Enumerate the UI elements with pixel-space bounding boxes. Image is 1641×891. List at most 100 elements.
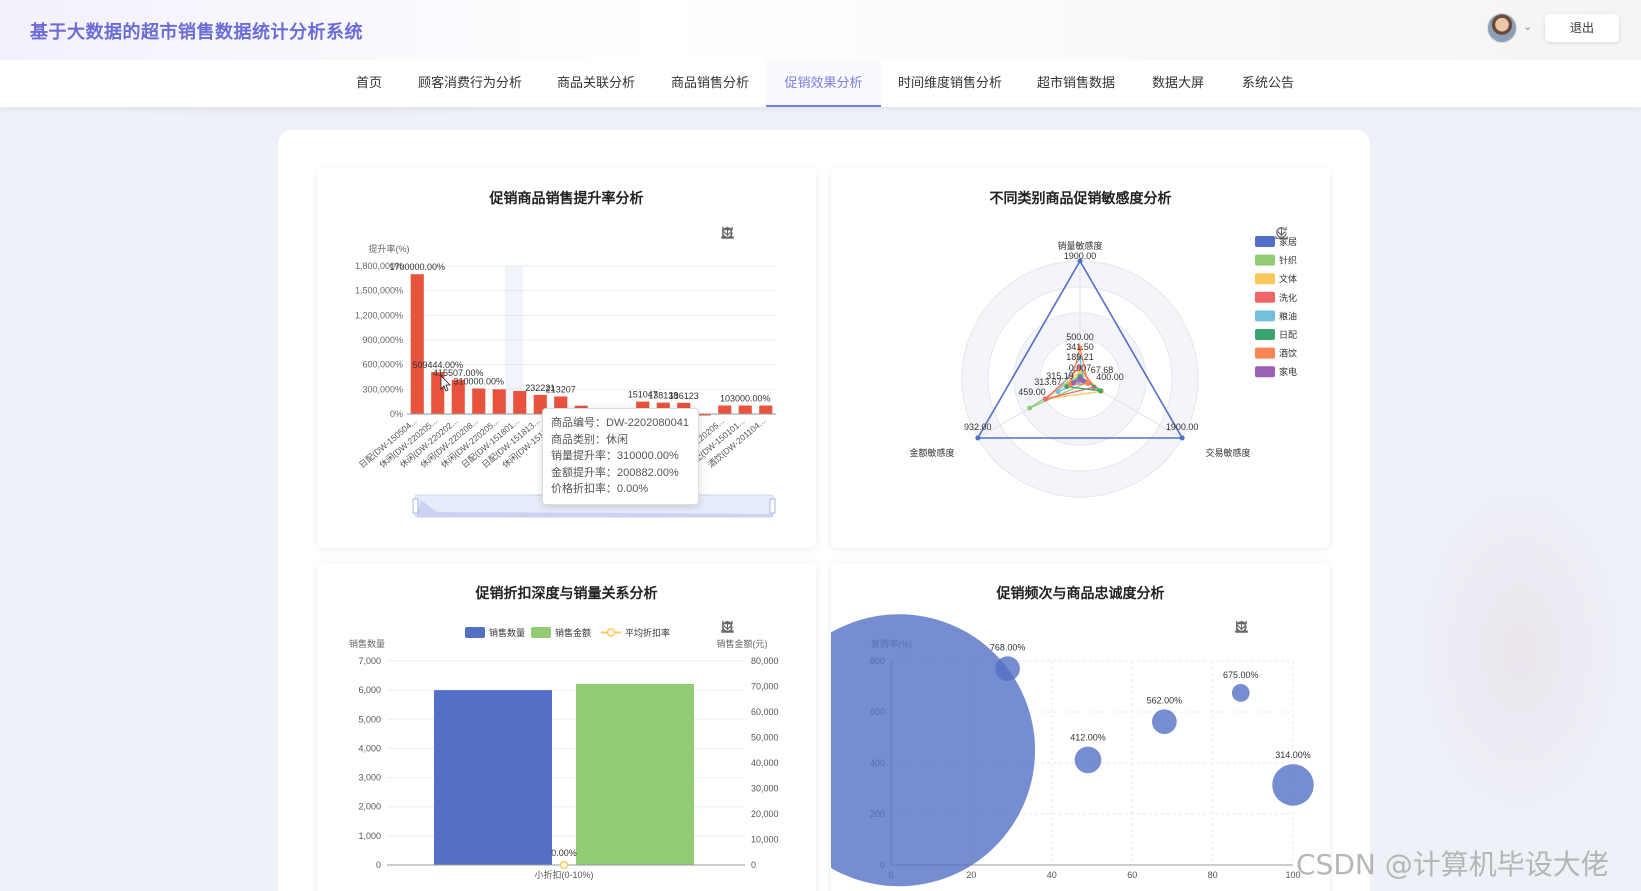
legend-label: 粮油 bbox=[1279, 310, 1297, 321]
axis-max-label: 932.00 bbox=[964, 422, 992, 432]
bar bbox=[759, 405, 773, 414]
chart-tooltip: 商品编号：DW-2202080041 商品类别：休闲 销量提升率：310000.… bbox=[542, 408, 699, 505]
legend-swatch bbox=[1255, 347, 1275, 359]
card-loyalty: 促销频次与商品忠诚度分析 复购率(%)020040060080002040608… bbox=[831, 563, 1330, 891]
y-tick-label: 2,000 bbox=[358, 802, 381, 812]
y-tick-label: 1,200,000% bbox=[355, 310, 403, 320]
legend-label: 酒饮 bbox=[1279, 348, 1297, 359]
y-tick-label: 0 bbox=[376, 860, 381, 870]
nav-time-dimension[interactable]: 时间维度销售分析 bbox=[892, 60, 1008, 107]
legend-label: 日配 bbox=[1279, 330, 1297, 340]
bar bbox=[410, 274, 424, 414]
y-tick-label: 600,000% bbox=[362, 360, 403, 370]
zoom-handle-left bbox=[412, 498, 419, 514]
value-label: 315.19 bbox=[1046, 371, 1074, 381]
legend-label: 文体 bbox=[1279, 273, 1297, 284]
legend-swatch bbox=[1255, 254, 1275, 266]
bar bbox=[513, 390, 527, 414]
y2-tick-label: 60,000 bbox=[751, 707, 779, 717]
app-title: 基于大数据的超市销售数据统计分析系统 bbox=[30, 22, 363, 42]
bubble bbox=[995, 656, 1020, 681]
card-lift-rate: 促销商品销售提升率分析 提升率(%) 0% 300,000% 600,000% 900,… bbox=[317, 168, 816, 548]
legend-swatch bbox=[1255, 310, 1275, 322]
y2-tick-label: 30,000 bbox=[751, 784, 779, 794]
tooltip-line: 商品编号：DW-2202080041 bbox=[551, 417, 689, 429]
legend-label: 销售数量 bbox=[489, 627, 525, 638]
legend-swatch bbox=[1255, 236, 1275, 247]
legend-swatch bbox=[1255, 366, 1275, 378]
indicator-name: 交易敏感度 bbox=[1205, 447, 1250, 458]
radar-point bbox=[1027, 405, 1033, 411]
logout-button[interactable]: 退出 bbox=[1545, 14, 1619, 42]
data-label: 0.00% bbox=[551, 848, 577, 858]
nav-home[interactable]: 首页 bbox=[344, 60, 394, 107]
card-sensitivity: 不同类别商品促销敏感度分析 销量敏感度 交易敏感度 金额敏感度 1900.00 1900… bbox=[831, 168, 1330, 548]
y2-axis-label: 销售金额(元) bbox=[717, 638, 768, 649]
legend-label: 平均折扣率 bbox=[625, 627, 670, 638]
sensitivity-radar-chart[interactable]: 销量敏感度交易敏感度 金额敏感度 1900.00 1900.00 932.00 500.0… bbox=[831, 168, 1330, 548]
nav-announcement[interactable]: 系统公告 bbox=[1235, 60, 1301, 107]
bar bbox=[492, 389, 506, 414]
value-label: 189.21 bbox=[1066, 352, 1094, 362]
nav-sales-data[interactable]: 超市销售数据 bbox=[1030, 60, 1122, 107]
radar-point bbox=[975, 435, 981, 441]
y2-tick-label: 20,000 bbox=[751, 809, 779, 819]
y-axis-label: 提升率(%) bbox=[369, 243, 410, 254]
data-label: 562.00% bbox=[1147, 695, 1183, 705]
nav-data-screen[interactable]: 数据大屏 bbox=[1145, 60, 1211, 107]
x-tick-label: 20 bbox=[966, 870, 976, 880]
bubble bbox=[1231, 683, 1250, 702]
y-tick-label: 3,000 bbox=[358, 773, 381, 783]
card-discount-depth: 促销折扣深度与销量关系分析 销售数量 销售金额 平均折扣率 销售数量 销售金额(元) 0 1… bbox=[317, 563, 816, 891]
legend-swatch bbox=[1255, 329, 1275, 340]
radar-point bbox=[1085, 381, 1091, 387]
tooltip-line: 价格折扣率：0.00% bbox=[551, 483, 649, 495]
legend-swatch bbox=[1255, 273, 1275, 285]
tooltip-line: 销量提升率：310000.00% bbox=[551, 450, 679, 462]
legend-label: 家居 bbox=[1279, 236, 1297, 247]
y2-tick-label: 40,000 bbox=[751, 758, 779, 768]
y-tick-label: 7,000 bbox=[358, 656, 381, 666]
value-label: 400.00 bbox=[1096, 372, 1124, 382]
data-label: 768.00% bbox=[990, 642, 1026, 652]
nav-product-association[interactable]: 商品关联分析 bbox=[548, 60, 644, 107]
data-label: 103000.00% bbox=[720, 394, 771, 404]
legend-swatch bbox=[606, 628, 616, 637]
watermark: CSDN @计算机毕设大佬 bbox=[1296, 848, 1609, 881]
legend-swatch bbox=[531, 627, 551, 638]
data-label: 310000.00% bbox=[453, 377, 504, 387]
radar-point bbox=[1055, 389, 1061, 395]
bubble bbox=[1152, 709, 1177, 735]
chevron-down-icon[interactable]: ⌄ bbox=[1523, 20, 1532, 33]
nav-customer-behavior[interactable]: 顾客消费行为分析 bbox=[407, 60, 533, 107]
radar-point bbox=[1097, 388, 1103, 394]
y-tick-label: 300,000% bbox=[362, 384, 403, 394]
data-label: 1700000.00% bbox=[389, 262, 445, 272]
legend-label: 洗化 bbox=[1279, 292, 1297, 303]
bubble bbox=[1272, 764, 1314, 806]
nav-promotion-effect[interactable]: 促销效果分析 bbox=[766, 60, 881, 107]
zoom-handle-right bbox=[769, 498, 776, 514]
discount-depth-chart[interactable]: 销售数量 销售金额 平均折扣率销售数量 销售金额(元)01,0002,0003,000… bbox=[317, 563, 816, 891]
bar bbox=[738, 405, 752, 414]
tooltip-line: 金额提升率：200882.00% bbox=[551, 466, 679, 479]
loyalty-bubble-chart[interactable]: 复购率(%)0200400600800020406080100768.00%41… bbox=[831, 563, 1330, 891]
y-tick-label: 1,000 bbox=[358, 831, 381, 841]
radar-point bbox=[1080, 378, 1086, 384]
legend-label: 针织 bbox=[1279, 255, 1297, 266]
legend-swatch bbox=[465, 627, 485, 638]
y2-tick-label: 70,000 bbox=[751, 682, 779, 692]
nav-product-sales[interactable]: 商品销售分析 bbox=[662, 60, 758, 107]
bubble bbox=[831, 614, 1035, 887]
y2-tick-label: 50,000 bbox=[751, 733, 779, 743]
value-label: 341.50 bbox=[1066, 342, 1094, 352]
user-avatar[interactable] bbox=[1487, 13, 1517, 43]
radar-point bbox=[1179, 435, 1185, 441]
y-tick-label: 5,000 bbox=[358, 714, 381, 724]
indicator-name: 金额敏感度 bbox=[909, 447, 954, 458]
bar bbox=[718, 405, 732, 414]
data-label: 136123 bbox=[669, 391, 699, 401]
bar bbox=[472, 388, 486, 414]
legend-label: 家电 bbox=[1279, 366, 1297, 377]
data-label: 675.00% bbox=[1223, 670, 1259, 680]
